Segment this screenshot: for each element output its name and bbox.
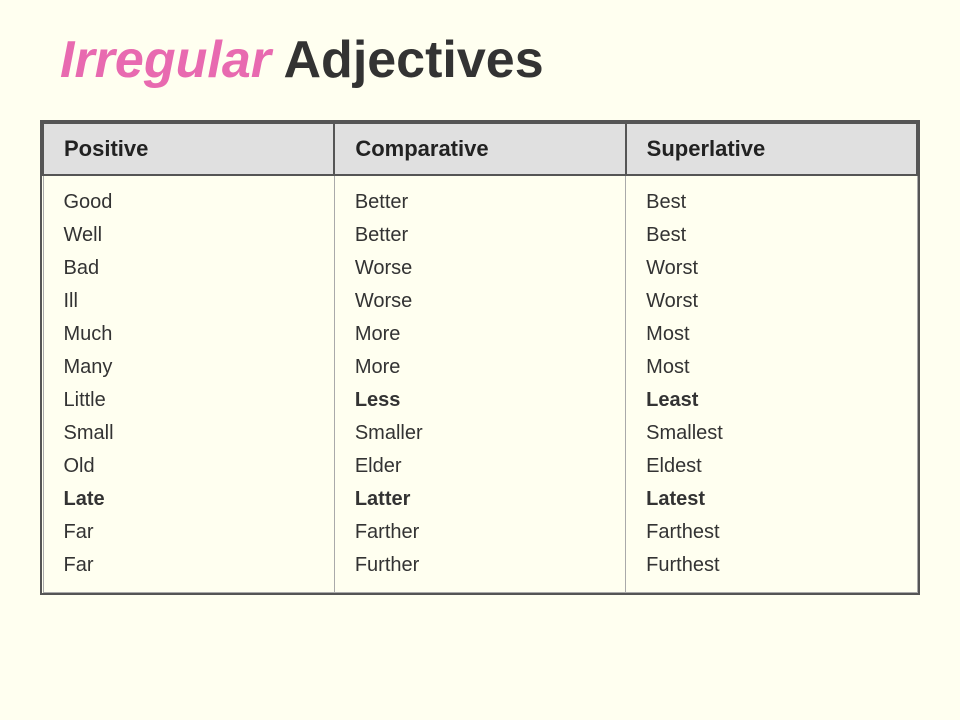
word-eldest: Eldest — [646, 450, 896, 483]
table-header-row: Positive Comparative Superlative — [43, 123, 917, 175]
positive-words: Good Well Bad Ill Much Many Little Small… — [64, 186, 314, 582]
word-furthest: Furthest — [646, 549, 896, 582]
table-wrapper: Positive Comparative Superlative Good We… — [40, 120, 920, 595]
word-worst1: Worst — [646, 252, 896, 285]
word-best1: Best — [646, 186, 896, 219]
superlative-words: Best Best Worst Worst Most Most Least Sm… — [646, 186, 896, 582]
word-less: Less — [355, 384, 605, 417]
word-far1: Far — [64, 516, 314, 549]
cell-comparative: Better Better Worse Worse More More Less… — [334, 175, 625, 593]
word-bad: Bad — [64, 252, 314, 285]
word-old: Old — [64, 450, 314, 483]
word-most2: Most — [646, 351, 896, 384]
word-better1: Better — [355, 186, 605, 219]
word-smallest: Smallest — [646, 417, 896, 450]
word-elder: Elder — [355, 450, 605, 483]
word-worse1: Worse — [355, 252, 605, 285]
word-most1: Most — [646, 318, 896, 351]
word-late: Late — [64, 483, 314, 516]
header-superlative: Superlative — [626, 123, 917, 175]
word-further: Further — [355, 549, 605, 582]
cell-positive: Good Well Bad Ill Much Many Little Small… — [43, 175, 334, 593]
word-good: Good — [64, 186, 314, 219]
word-latter: Latter — [355, 483, 605, 516]
word-much: Much — [64, 318, 314, 351]
word-more2: More — [355, 351, 605, 384]
title-adjectives: Adjectives — [271, 31, 544, 89]
word-little: Little — [64, 384, 314, 417]
title-irregular: Irregular — [60, 31, 271, 89]
word-least: Least — [646, 384, 896, 417]
word-farthest: Farthest — [646, 516, 896, 549]
word-far2: Far — [64, 549, 314, 582]
word-ill: Ill — [64, 285, 314, 318]
header-positive: Positive — [43, 123, 334, 175]
table-row: Good Well Bad Ill Much Many Little Small… — [43, 175, 917, 593]
word-smaller: Smaller — [355, 417, 605, 450]
word-many: Many — [64, 351, 314, 384]
word-best2: Best — [646, 219, 896, 252]
word-well: Well — [64, 219, 314, 252]
comparative-words: Better Better Worse Worse More More Less… — [355, 186, 605, 582]
word-more1: More — [355, 318, 605, 351]
word-worse2: Worse — [355, 285, 605, 318]
adjectives-table: Positive Comparative Superlative Good We… — [42, 122, 918, 593]
word-farther: Farther — [355, 516, 605, 549]
cell-superlative: Best Best Worst Worst Most Most Least Sm… — [626, 175, 917, 593]
title-container: Irregular Adjectives — [40, 30, 920, 90]
header-comparative: Comparative — [334, 123, 625, 175]
word-latest: Latest — [646, 483, 896, 516]
word-small: Small — [64, 417, 314, 450]
word-better2: Better — [355, 219, 605, 252]
word-worst2: Worst — [646, 285, 896, 318]
